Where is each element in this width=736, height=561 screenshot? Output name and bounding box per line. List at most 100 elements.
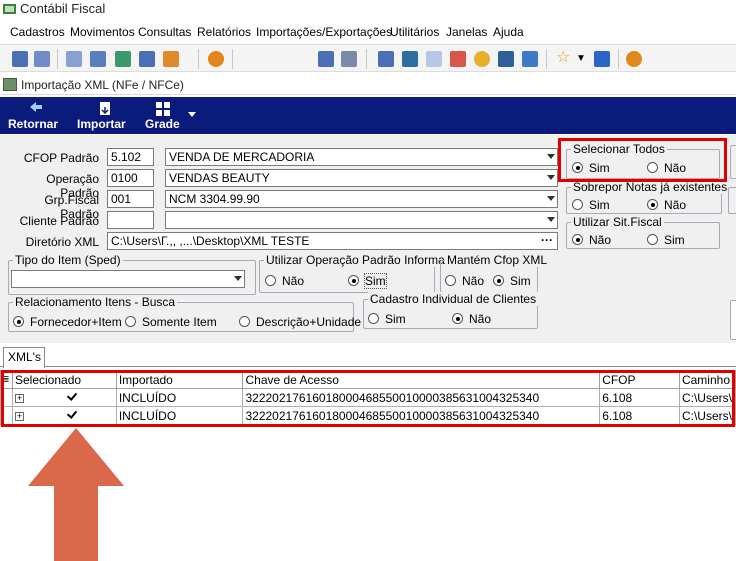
toolbar-info-icon[interactable] [594, 51, 610, 67]
grid-button-label: Grade [145, 117, 180, 131]
sit-fiscal-group: Utilizar Sit.Fiscal Não Sim [566, 215, 720, 249]
cfop-description: VENDA DE MERCADORIA [169, 150, 315, 164]
chevron-down-icon [188, 112, 196, 117]
action-bar: Retornar Importar Grade [0, 97, 736, 134]
highlight-box-selecionar-todos [558, 138, 727, 182]
toolbar-table-icon[interactable] [34, 51, 50, 67]
sit-fiscal-title: Utilizar Sit.Fiscal [571, 215, 664, 229]
toolbar-cadastro-icon[interactable] [12, 51, 28, 67]
tipo-item-combo[interactable] [11, 270, 245, 288]
operacao-description-combo[interactable]: VENDAS BEAUTY [165, 169, 558, 187]
cadastro-clientes-nao-radio[interactable]: Não [452, 312, 491, 326]
cadastro-clientes-sim-radio[interactable]: Sim [368, 312, 406, 326]
sobrepor-title: Sobrepor Notas já existentes [571, 180, 730, 194]
grpfiscal-description-combo[interactable]: NCM 3304.99.90 [165, 190, 558, 208]
toolbar-calculator-icon[interactable] [318, 51, 334, 67]
relacionamento-fornecedor-radio[interactable]: Fornecedor+Item [13, 315, 122, 329]
star-icon[interactable]: ☆ [556, 50, 572, 66]
chevron-down-icon[interactable] [547, 217, 555, 222]
sobrepor-sim-radio[interactable]: Sim [572, 198, 610, 212]
cliente-label: Cliente Padrão [19, 214, 99, 228]
child-window-title-bar: Importação XML (NFe / NFCe) [0, 75, 736, 95]
chevron-down-icon[interactable] [234, 276, 242, 281]
menu-janelas[interactable]: Janelas [446, 25, 487, 39]
tipo-item-group: Tipo do Item (Sped) [8, 253, 256, 295]
relacionamento-item-radio[interactable]: Somente Item [125, 315, 217, 329]
browse-ellipsis-icon[interactable]: ··· [541, 233, 553, 247]
menu-ajuda[interactable]: Ajuda [493, 25, 524, 39]
grpfiscal-description: NCM 3304.99.90 [169, 192, 260, 206]
partial-group-3 [730, 300, 736, 340]
menu-bar: Cadastros Movimentos Consultas Relatório… [0, 21, 736, 43]
toolbar-help-icon[interactable] [522, 51, 538, 67]
chevron-down-icon[interactable] [547, 154, 555, 159]
menu-movimentos[interactable]: Movimentos [70, 25, 135, 39]
diretorio-field[interactable]: C:\Users\Г.,, ,...\Desktop\XML TESTE ··· [107, 232, 558, 250]
grpfiscal-code-field[interactable]: 001 [107, 190, 154, 208]
chevron-down-icon[interactable]: ▼ [576, 51, 592, 67]
cadastro-clientes-title: Cadastro Individual de Clientes [368, 292, 539, 306]
sobrepor-nao-radio[interactable]: Não [647, 198, 686, 212]
back-arrow-icon [30, 102, 42, 112]
back-button-label: Retornar [8, 117, 59, 131]
menu-importacoes[interactable]: Importações/Exportações [256, 25, 392, 39]
operacao-xml-title: Utilizar Operação Padrão Informada [264, 253, 461, 267]
app-title: Contábil Fiscal [20, 1, 106, 16]
power-icon[interactable] [626, 51, 642, 67]
cfop-description-combo[interactable]: VENDA DE MERCADORIA [165, 148, 558, 166]
tab-xmls[interactable]: XML's [3, 347, 45, 368]
menu-relatorios[interactable]: Relatórios [197, 25, 251, 39]
cliente-description-combo[interactable] [165, 211, 558, 229]
toolbar-grid-icon[interactable] [139, 51, 155, 67]
operacao-xml-group: Utilizar Operação Padrão Informada Não S… [259, 253, 461, 293]
operacao-xml-sim-radio[interactable]: Sim [348, 273, 387, 289]
operacao-xml-nao-radio[interactable]: Não [265, 274, 304, 288]
toolbar-tree-icon[interactable] [163, 51, 179, 67]
toolbar-list-icon[interactable] [90, 51, 106, 67]
import-button-label: Importar [77, 117, 126, 131]
toolbar-calendar-icon[interactable] [426, 51, 442, 67]
menu-utilitarios[interactable]: Utilitários [390, 25, 439, 39]
chevron-down-icon[interactable] [547, 175, 555, 180]
window-icon [3, 78, 17, 91]
toolbar-lock-icon[interactable] [474, 51, 490, 67]
app-icon [2, 2, 18, 16]
toolbar-report-icon[interactable] [378, 51, 394, 67]
toolbar-gear-icon[interactable] [208, 51, 224, 67]
toolbar-sheet-add-icon[interactable] [115, 51, 131, 67]
cfop-xml-sim-radio[interactable]: Sim [493, 274, 531, 288]
cfop-label: CFOP Padrão [23, 151, 99, 165]
window-title: Importação XML (NFe / NFCe) [21, 78, 184, 92]
menu-cadastros[interactable]: Cadastros [10, 25, 65, 39]
relacionamento-descricao-radio[interactable]: Descrição+Unidade [239, 315, 361, 329]
annotation-arrow-up-icon [28, 428, 124, 561]
relacionamento-group: Relacionamento Itens - Busca Fornecedor+… [8, 295, 361, 332]
highlight-box-grid [1, 370, 735, 427]
operacao-description: VENDAS BEAUTY [169, 171, 270, 185]
sit-fiscal-nao-radio[interactable]: Não [572, 233, 611, 247]
menu-consultas[interactable]: Consultas [138, 25, 191, 39]
relacionamento-title: Relacionamento Itens - Busca [13, 295, 178, 309]
grid-button[interactable]: Grade [145, 97, 196, 134]
toolbar-book-icon[interactable] [498, 51, 514, 67]
toolbar-card-icon[interactable] [66, 51, 82, 67]
cfop-xml-nao-radio[interactable]: Não [445, 274, 484, 288]
cfop-xml-group: Mantém Cfop XML Não Sim [440, 253, 550, 293]
operacao-code-field[interactable]: 0100 [107, 169, 154, 187]
partial-group-1 [730, 145, 736, 179]
sit-fiscal-sim-radio[interactable]: Sim [647, 233, 685, 247]
toolbar-document-icon[interactable] [341, 51, 357, 67]
back-button[interactable]: Retornar [8, 97, 62, 134]
title-bar: Contábil Fiscal [0, 0, 736, 20]
cliente-code-field[interactable] [107, 211, 154, 229]
import-document-icon [100, 102, 110, 115]
diretorio-value: C:\Users\Г.,, ,...\Desktop\XML TESTE [111, 234, 310, 248]
toolbar-chart-icon[interactable] [402, 51, 418, 67]
cfop-code-field[interactable]: 5.102 [107, 148, 154, 166]
diretorio-label: Diretório XML [25, 235, 99, 249]
import-button[interactable]: Importar [77, 97, 133, 134]
partial-group-2 [728, 187, 736, 214]
toolbar-folder-icon[interactable] [450, 51, 466, 67]
chevron-down-icon[interactable] [547, 196, 555, 201]
tipo-item-title: Tipo do Item (Sped) [13, 253, 123, 267]
